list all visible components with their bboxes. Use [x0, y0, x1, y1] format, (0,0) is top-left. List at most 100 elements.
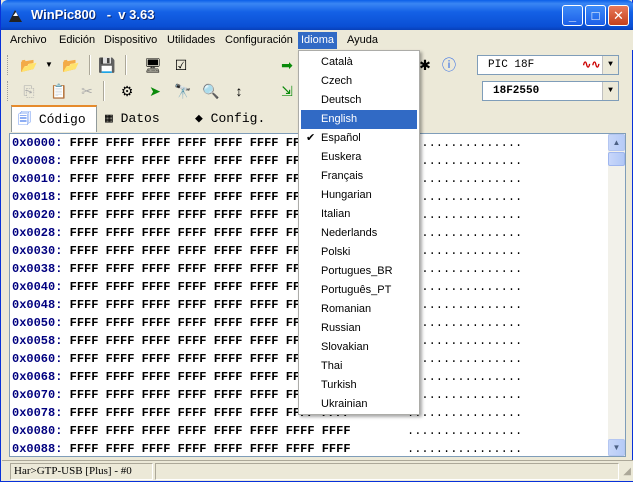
hex-word[interactable]: FFFF: [178, 334, 207, 348]
hex-word[interactable]: FFFF: [286, 442, 315, 456]
hex-word[interactable]: FFFF: [142, 262, 171, 276]
hex-word[interactable]: FFFF: [142, 154, 171, 168]
language-item[interactable]: Turkish: [301, 376, 417, 395]
hex-word[interactable]: FFFF: [142, 298, 171, 312]
language-item[interactable]: Romanian: [301, 300, 417, 319]
hex-word[interactable]: FFFF: [142, 388, 171, 402]
hex-word[interactable]: FFFF: [250, 442, 279, 456]
hex-word[interactable]: FFFF: [70, 352, 99, 366]
hex-word[interactable]: FFFF: [214, 172, 243, 186]
arrow-right-icon[interactable]: ➡: [277, 55, 297, 75]
hex-word[interactable]: FFFF: [70, 154, 99, 168]
resize-grip-icon[interactable]: ◢: [623, 466, 631, 477]
hex-word[interactable]: FFFF: [70, 262, 99, 276]
hex-word[interactable]: FFFF: [178, 280, 207, 294]
hex-word[interactable]: FFFF: [178, 262, 207, 276]
find-icon[interactable]: 🔭: [173, 81, 193, 101]
hex-word[interactable]: FFFF: [250, 208, 279, 222]
hex-word[interactable]: FFFF: [178, 298, 207, 312]
hex-word[interactable]: FFFF: [142, 280, 171, 294]
hex-word[interactable]: FFFF: [106, 406, 135, 420]
hex-word[interactable]: FFFF: [250, 154, 279, 168]
hex-word[interactable]: FFFF: [70, 298, 99, 312]
hex-word[interactable]: FFFF: [250, 172, 279, 186]
language-item[interactable]: Ukrainian: [301, 395, 417, 414]
hex-word[interactable]: FFFF: [178, 370, 207, 384]
close-button[interactable]: ✕: [608, 5, 629, 26]
hex-word[interactable]: FFFF: [142, 172, 171, 186]
hex-word[interactable]: FFFF: [142, 424, 171, 438]
hex-word[interactable]: FFFF: [106, 154, 135, 168]
hex-word[interactable]: FFFF: [70, 334, 99, 348]
language-item[interactable]: Português_PT: [301, 281, 417, 300]
device-family-select[interactable]: PIC 18F ∿∿ ▼: [477, 55, 619, 75]
hex-word[interactable]: FFFF: [70, 226, 99, 240]
hex-word[interactable]: FFFF: [70, 190, 99, 204]
auto-select-icon[interactable]: ⚙: [117, 81, 137, 101]
hex-word[interactable]: FFFF: [106, 280, 135, 294]
hex-word[interactable]: FFFF: [70, 280, 99, 294]
hex-row[interactable]: 0x0080: FFFF FFFF FFFF FFFF FFFF FFFF FF…: [12, 422, 522, 440]
hex-word[interactable]: FFFF: [178, 352, 207, 366]
hex-word[interactable]: FFFF: [214, 442, 243, 456]
hex-word[interactable]: FFFF: [250, 352, 279, 366]
hex-word[interactable]: FFFF: [70, 244, 99, 258]
hex-word[interactable]: FFFF: [250, 262, 279, 276]
hex-word[interactable]: FFFF: [178, 388, 207, 402]
hex-word[interactable]: FFFF: [250, 298, 279, 312]
menu-item-configuracion[interactable]: Configuración: [222, 32, 296, 49]
toolbar-grip[interactable]: [7, 55, 10, 75]
hex-word[interactable]: FFFF: [214, 388, 243, 402]
hex-word[interactable]: FFFF: [178, 442, 207, 456]
hex-word[interactable]: FFFF: [142, 316, 171, 330]
hex-word[interactable]: FFFF: [178, 208, 207, 222]
hex-word[interactable]: FFFF: [142, 136, 171, 150]
hex-word[interactable]: FFFF: [178, 244, 207, 258]
language-item[interactable]: Français: [301, 167, 417, 186]
hex-word[interactable]: FFFF: [106, 298, 135, 312]
hex-word[interactable]: FFFF: [106, 388, 135, 402]
language-item[interactable]: Czech: [301, 72, 417, 91]
hex-word[interactable]: FFFF: [214, 226, 243, 240]
hex-word[interactable]: FFFF: [142, 406, 171, 420]
hex-word[interactable]: FFFF: [178, 424, 207, 438]
hex-word[interactable]: FFFF: [214, 406, 243, 420]
hex-word[interactable]: FFFF: [178, 136, 207, 150]
title-bar[interactable]: WinPic800 - v 3.63 _ □ ✕: [1, 0, 633, 30]
menu-item-dispositivo[interactable]: Dispositivo: [101, 32, 160, 49]
monitor-icon[interactable]: 🖥: [143, 55, 163, 75]
language-item[interactable]: Polski: [301, 243, 417, 262]
hex-word[interactable]: FFFF: [214, 154, 243, 168]
scroll-up-icon[interactable]: ▲: [608, 134, 625, 151]
language-item[interactable]: Slovakian: [301, 338, 417, 357]
language-item[interactable]: Deutsch: [301, 91, 417, 110]
hex-word[interactable]: FFFF: [178, 190, 207, 204]
device-model-select[interactable]: 18F2550 ▼: [482, 81, 619, 101]
hex-word[interactable]: FFFF: [142, 226, 171, 240]
language-item[interactable]: Euskera: [301, 148, 417, 167]
hex-word[interactable]: FFFF: [178, 154, 207, 168]
language-item[interactable]: Nederlands: [301, 224, 417, 243]
hex-word[interactable]: FFFF: [250, 226, 279, 240]
language-item[interactable]: English: [301, 110, 417, 129]
hex-word[interactable]: FFFF: [250, 136, 279, 150]
hex-word[interactable]: FFFF: [70, 316, 99, 330]
hex-row[interactable]: 0x0088: FFFF FFFF FFFF FFFF FFFF FFFF FF…: [12, 440, 522, 456]
menu-item-utilidades[interactable]: Utilidades: [164, 32, 218, 49]
hex-word[interactable]: FFFF: [250, 280, 279, 294]
menu-item-ayuda[interactable]: Ayuda: [344, 32, 381, 49]
minimize-button[interactable]: _: [562, 5, 583, 26]
hex-word[interactable]: FFFF: [106, 172, 135, 186]
hex-word[interactable]: FFFF: [250, 370, 279, 384]
hex-word[interactable]: FFFF: [142, 334, 171, 348]
hex-word[interactable]: FFFF: [178, 316, 207, 330]
info-icon[interactable]: ⓘ: [439, 55, 459, 75]
hex-word[interactable]: FFFF: [214, 316, 243, 330]
hex-word[interactable]: FFFF: [250, 244, 279, 258]
language-item[interactable]: ✔ Español: [301, 129, 417, 148]
hex-word[interactable]: FFFF: [322, 442, 351, 456]
hex-word[interactable]: FFFF: [70, 388, 99, 402]
hex-word[interactable]: FFFF: [322, 424, 351, 438]
hex-word[interactable]: FFFF: [178, 226, 207, 240]
scroll-down-icon[interactable]: ▼: [608, 439, 625, 456]
